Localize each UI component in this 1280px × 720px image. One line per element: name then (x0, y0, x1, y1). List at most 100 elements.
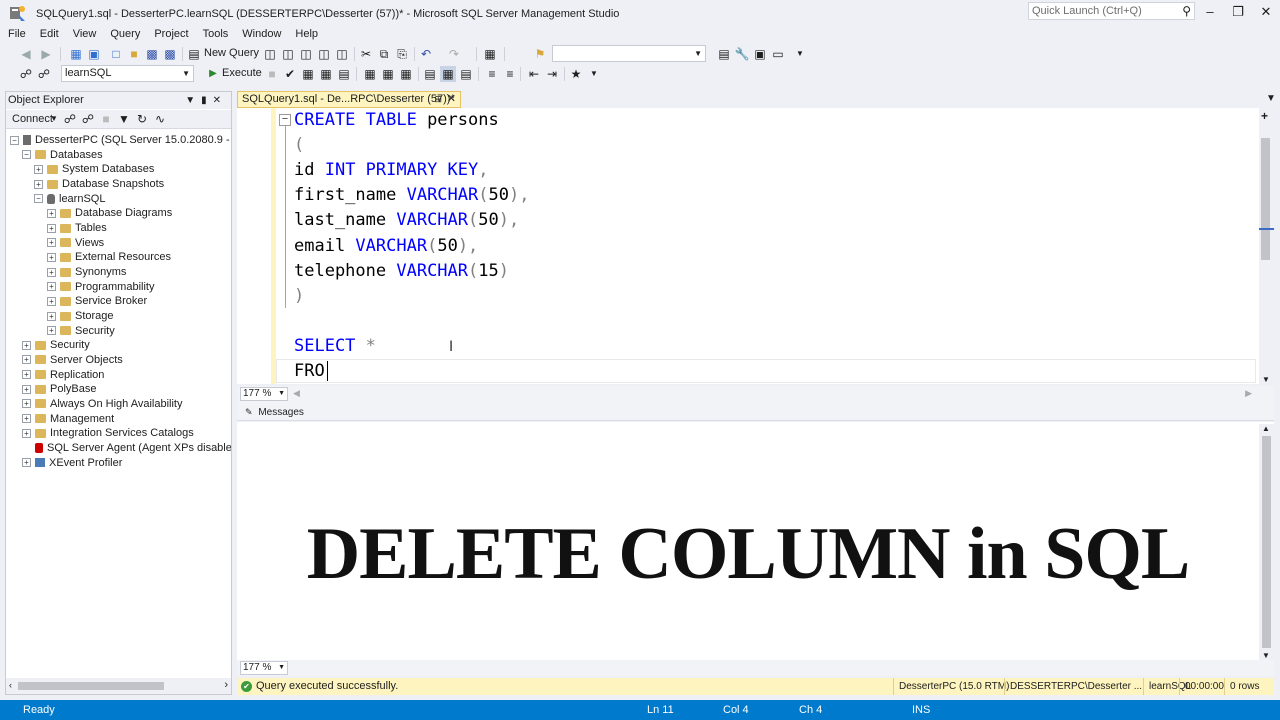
cut-icon[interactable]: ✂ (358, 46, 374, 62)
solution-config-combo[interactable]: ▼ (552, 45, 706, 62)
toolbar-options-icon[interactable]: ▼ (586, 66, 602, 82)
scroll-down-icon[interactable]: ▼ (1262, 651, 1270, 660)
open-folder-icon[interactable]: ■ (126, 46, 142, 62)
pin-icon[interactable]: ▮ (201, 95, 213, 106)
close-button[interactable]: ✕ (1252, 3, 1280, 21)
connect-icon[interactable]: ☍ (18, 66, 34, 82)
menu-help[interactable]: Help (288, 26, 325, 42)
expand-icon[interactable]: + (47, 267, 56, 277)
scrollbar-thumb[interactable] (1262, 436, 1271, 648)
change-connection-icon[interactable]: ☍ (36, 66, 52, 82)
scroll-left-icon[interactable]: ‹ (9, 680, 12, 690)
tree-node[interactable]: + Server Objects (22, 353, 123, 367)
menu-query[interactable]: Query (103, 26, 147, 42)
close-icon[interactable]: ✕ (213, 95, 227, 106)
quick-launch-input[interactable]: Quick Launch (Ctrl+Q) ⚲ (1028, 2, 1195, 20)
find-in-files-icon[interactable]: ⚑ (532, 46, 548, 62)
scroll-right-icon[interactable]: › (224, 679, 228, 691)
analysis-mdx-query-icon[interactable]: ◫ (280, 46, 296, 62)
scroll-down-icon[interactable]: ▼ (1262, 375, 1270, 384)
activity-monitor-icon[interactable]: ▦ (482, 46, 498, 62)
decrease-indent-icon[interactable]: ⇤ (526, 66, 542, 82)
tree-node[interactable]: + Database Diagrams (47, 206, 172, 220)
tree-node[interactable]: + Views (47, 236, 104, 250)
tree-node[interactable]: + XEvent Profiler (22, 456, 122, 470)
tree-node[interactable]: − DesserterPC (SQL Server 15.0.2080.9 - D… (10, 133, 231, 147)
window-position-icon[interactable]: ▼ (185, 95, 201, 106)
expand-icon[interactable]: + (22, 355, 31, 365)
results-messages-pane[interactable]: DELETE COLUMN in SQL (237, 422, 1274, 660)
object-explorer-hscrollbar[interactable]: ‹ › (6, 678, 231, 694)
back-icon[interactable]: ◀ (18, 46, 34, 62)
save-icon[interactable]: ▩ (144, 46, 160, 62)
tree-node[interactable]: + PolyBase (22, 382, 96, 396)
disconnect-icon[interactable]: ☍ (80, 111, 96, 127)
minimize-button[interactable]: – (1196, 3, 1224, 21)
available-databases-combo[interactable]: learnSQL ▼ (61, 65, 194, 82)
query-editor[interactable]: − CREATE TABLE persons(id INT PRIMARY KE… (237, 108, 1274, 384)
tree-node[interactable]: − learnSQL (34, 192, 105, 206)
expand-icon[interactable]: + (47, 208, 56, 218)
cancel-query-icon[interactable]: ■ (264, 66, 280, 82)
save-all-icon[interactable]: ▩ (162, 46, 178, 62)
tree-node[interactable]: + System Databases (34, 162, 154, 176)
scroll-left-icon[interactable]: ◀ (293, 388, 300, 399)
uncomment-icon[interactable]: ≡ (502, 66, 518, 82)
menu-project[interactable]: Project (147, 26, 195, 42)
increase-indent-icon[interactable]: ⇥ (544, 66, 560, 82)
menu-window[interactable]: Window (235, 26, 288, 42)
properties-icon[interactable]: ▤ (716, 46, 732, 62)
stop-icon[interactable]: ■ (98, 111, 114, 127)
expand-icon[interactable]: + (47, 282, 56, 292)
tree-node[interactable]: + Security (22, 338, 90, 352)
expand-icon[interactable]: + (22, 414, 31, 424)
comment-out-icon[interactable]: ≡ (484, 66, 500, 82)
scrollbar-thumb[interactable] (18, 682, 164, 690)
tree-node[interactable]: + Tables (47, 221, 107, 235)
new-query-button[interactable]: New Query (204, 47, 259, 59)
query-options-icon[interactable]: ▦ (318, 66, 334, 82)
scroll-right-icon[interactable]: ▶ (1245, 388, 1252, 399)
menu-tools[interactable]: Tools (196, 26, 236, 42)
client-stats-icon[interactable]: ▦ (398, 66, 414, 82)
expand-icon[interactable]: + (47, 326, 56, 336)
new-file-icon[interactable]: □ (108, 46, 124, 62)
expand-icon[interactable]: + (34, 164, 43, 174)
results-vscrollbar[interactable]: ▲ ▼ (1259, 424, 1274, 660)
tree-node[interactable]: + Storage (47, 309, 114, 323)
chevron-down-icon[interactable]: ▼ (46, 111, 62, 127)
execute-icon[interactable]: ▶ (205, 66, 221, 82)
editor-vscrollbar[interactable]: + ▼ (1259, 108, 1274, 384)
tree-node[interactable]: − Databases (22, 148, 103, 162)
tree-node[interactable]: + Replication (22, 368, 104, 382)
expand-icon[interactable]: + (22, 399, 31, 409)
expand-icon[interactable]: + (47, 296, 56, 306)
tree-node[interactable]: + Database Snapshots (34, 177, 164, 191)
add-item-icon[interactable]: ▣ (86, 46, 102, 62)
expand-icon[interactable]: + (22, 428, 31, 438)
collapse-region-icon[interactable]: − (279, 114, 291, 126)
estimated-plan-icon[interactable]: ▦ (300, 66, 316, 82)
menu-view[interactable]: View (66, 26, 104, 42)
results-to-file-icon[interactable]: ▤ (458, 66, 474, 82)
undo-icon[interactable]: ↶ (418, 46, 434, 62)
menu-edit[interactable]: Edit (33, 26, 66, 42)
window-layout-icon[interactable]: ▭ (770, 46, 786, 62)
parse-checkmark-icon[interactable]: ✔ (282, 66, 298, 82)
filter-icon[interactable]: ▼ (116, 111, 132, 127)
toolbar-options-icon[interactable]: ▼ (792, 46, 808, 62)
tab-overflow-icon[interactable]: ▼ (1266, 93, 1276, 104)
collapse-icon[interactable]: − (22, 150, 31, 160)
tree-node[interactable]: + Integration Services Catalogs (22, 426, 194, 440)
analysis-xmla-query-icon[interactable]: ◫ (316, 46, 332, 62)
analysis-dmx-query-icon[interactable]: ◫ (298, 46, 314, 62)
results-zoom-combo[interactable]: 177 % ▼ (240, 661, 288, 675)
tree-node[interactable]: + Security (47, 324, 115, 338)
intellisense-icon[interactable]: ▤ (336, 66, 352, 82)
tree-node[interactable]: + Synonyms (47, 265, 126, 279)
expand-icon[interactable]: + (47, 311, 56, 321)
new-project-icon[interactable]: ▦ (68, 46, 84, 62)
expand-icon[interactable]: + (22, 370, 31, 380)
tree-node[interactable]: + Service Broker (47, 294, 147, 308)
specify-template-values-icon[interactable]: ★ (568, 66, 584, 82)
